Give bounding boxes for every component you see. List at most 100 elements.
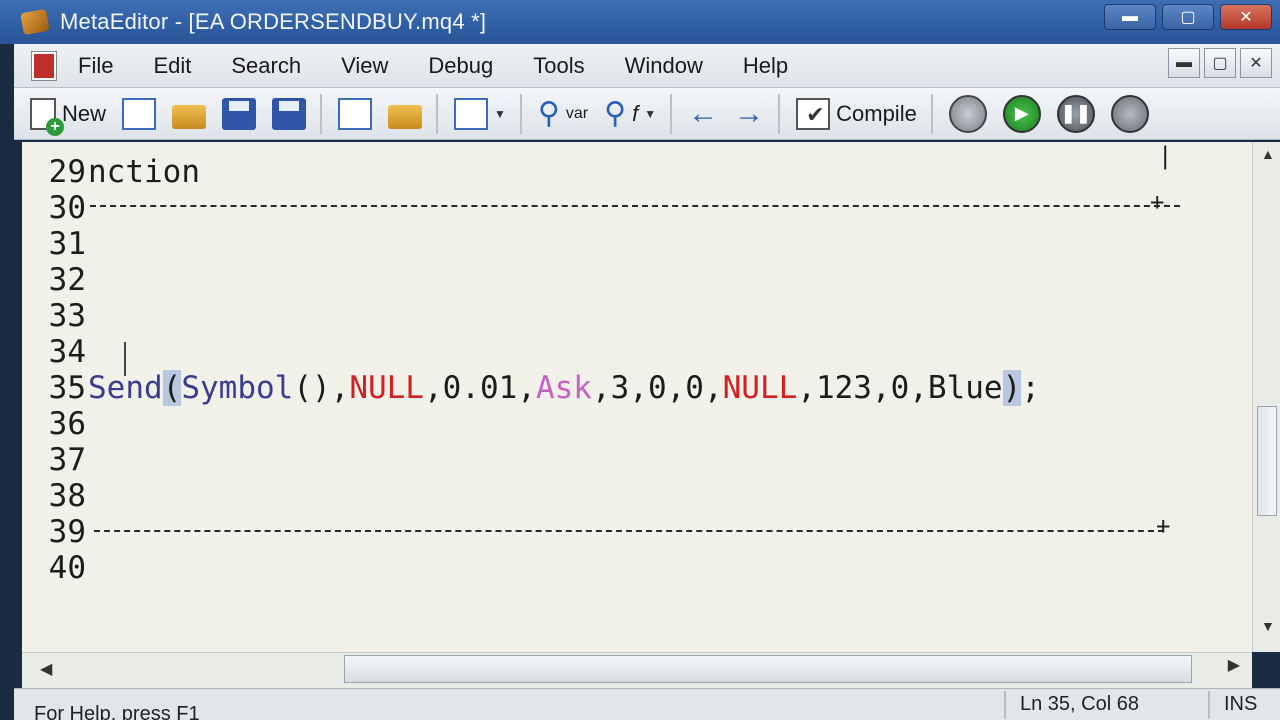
status-bar: For Help, press F1 Ln 35, Col 68 INS <box>14 688 1280 720</box>
start-debug-button[interactable]: ▶ <box>1002 94 1041 134</box>
code-line[interactable]: 37 <box>22 442 1252 478</box>
doc-minimize-button[interactable]: ▬ <box>1168 48 1200 78</box>
args-tail: ,123,0,Blue <box>797 370 1003 406</box>
code-line[interactable]: 30 <box>22 190 1252 226</box>
line-number: 29 <box>48 154 86 190</box>
toolbar-separator <box>519 93 522 134</box>
folder-open-icon <box>172 104 207 129</box>
menu-help[interactable]: Help <box>743 53 788 79</box>
toolbox-button[interactable] <box>388 94 423 134</box>
vertical-scrollbar[interactable]: ▲ ▼ <box>1252 142 1280 652</box>
chevron-down-icon[interactable]: ▼ <box>644 107 656 121</box>
code-text[interactable]: nction <box>88 154 200 190</box>
menu-debug[interactable]: Debug <box>428 53 493 79</box>
play-icon: ▶ <box>1002 94 1041 133</box>
minimize-button[interactable]: ▬ <box>1104 4 1156 30</box>
toolbar-separator <box>670 93 673 134</box>
new-project-button[interactable] <box>122 94 157 134</box>
code-line[interactable]: 40 <box>22 550 1252 586</box>
line-number: 30 <box>48 190 86 226</box>
stop-button[interactable] <box>1110 94 1149 134</box>
window-title: MetaEditor - [EA ORDERSENDBUY.mq4 *] <box>60 9 487 34</box>
menu-search[interactable]: Search <box>231 53 301 79</box>
pause-icon: ❚❚ <box>1056 94 1095 133</box>
compile-check-icon <box>796 97 831 130</box>
stop-icon <box>1110 94 1149 133</box>
lots-value: 0.01 <box>442 370 518 406</box>
code-line[interactable]: 32 <box>22 262 1252 298</box>
navigator-button[interactable] <box>338 94 373 134</box>
line-number: 34 <box>48 334 86 370</box>
open-button[interactable] <box>172 94 207 134</box>
toolbar-separator <box>930 93 933 134</box>
var-ask: Ask <box>535 370 592 406</box>
menu-file[interactable]: File <box>78 53 113 79</box>
line-number: 36 <box>48 406 86 442</box>
new-button-label: New <box>62 100 107 126</box>
line-number: 39 <box>48 514 86 550</box>
title-bar: MetaEditor - [EA ORDERSENDBUY.mq4 *] ▬ ▢… <box>0 0 1280 44</box>
line-number: 38 <box>48 478 86 514</box>
status-divider <box>1208 691 1210 719</box>
scroll-left-arrow-icon[interactable]: ◀ <box>40 659 52 679</box>
menu-window[interactable]: Window <box>625 53 703 79</box>
chevron-down-icon[interactable]: ▼ <box>494 107 506 121</box>
document-window-controls: ▬ ▢ ✕ <box>1168 48 1272 78</box>
scroll-up-arrow-icon[interactable]: ▲ <box>1261 146 1275 162</box>
debug-history-button[interactable] <box>948 94 987 134</box>
code-line[interactable]: 29 nction <box>22 154 1252 190</box>
separator-plus-mark: + <box>1156 512 1171 540</box>
code-line[interactable]: 38 <box>22 478 1252 514</box>
const-null: NULL <box>722 370 798 406</box>
menu-bar: File Edit Search View Debug Tools Window… <box>14 44 1280 88</box>
menu-tools[interactable]: Tools <box>533 53 584 79</box>
forward-button[interactable]: → <box>734 94 764 134</box>
args-numeric: ,3,0,0, <box>591 370 723 406</box>
save-all-button[interactable] <box>272 94 307 134</box>
maximize-button[interactable]: ▢ <box>1162 4 1214 30</box>
toolbar-separator <box>320 93 323 134</box>
toolbar-separator <box>436 93 439 134</box>
save-button[interactable] <box>222 94 257 134</box>
debug-icon <box>948 94 987 133</box>
vertical-scroll-thumb[interactable] <box>1257 406 1277 516</box>
document-icon[interactable] <box>31 50 57 81</box>
line-number: 35 <box>48 370 86 406</box>
toolbar-separator <box>778 93 781 134</box>
code-line[interactable]: 31 <box>22 226 1252 262</box>
comma: , <box>330 370 350 406</box>
scroll-right-arrow-icon[interactable]: ▶ <box>1228 655 1240 675</box>
fn-send: Send <box>88 370 163 406</box>
list-names-button[interactable]: ⚲ var <box>538 94 588 134</box>
code-line[interactable]: 39 <box>22 514 1252 550</box>
code-line[interactable]: 33 <box>22 298 1252 334</box>
close-button[interactable]: ✕ <box>1220 4 1272 30</box>
doc-restore-button[interactable]: ▢ <box>1204 48 1236 78</box>
code-text[interactable]: Send(Symbol(),NULL,0.01,Ask,3,0,0,NULL,1… <box>88 370 1040 406</box>
menu-view[interactable]: View <box>341 53 388 79</box>
line-number: 33 <box>48 298 86 334</box>
styler-button[interactable]: ▼ <box>454 94 506 134</box>
code-line-ordersend[interactable]: 35 Send(Symbol(),NULL,0.01,Ask,3,0,0,NUL… <box>22 370 1252 406</box>
back-button[interactable]: ← <box>688 94 718 134</box>
code-line[interactable]: 36 <box>22 406 1252 442</box>
doc-close-button[interactable]: ✕ <box>1240 48 1272 78</box>
new-file-icon <box>30 97 64 136</box>
scroll-down-arrow-icon[interactable]: ▼ <box>1261 618 1275 634</box>
parameter-info-button[interactable]: ⚲ f ▼ <box>604 94 656 134</box>
status-divider <box>1004 691 1006 719</box>
horizontal-scroll-thumb[interactable] <box>344 655 1192 683</box>
horizontal-scrollbar[interactable]: ◀ ▶ <box>22 652 1252 688</box>
compile-button[interactable]: Compile <box>796 94 917 134</box>
new-button[interactable]: New <box>30 94 107 136</box>
f-label: f <box>632 100 639 126</box>
save-icon <box>222 97 257 130</box>
menu-edit[interactable]: Edit <box>153 53 191 79</box>
pause-button[interactable]: ❚❚ <box>1056 94 1095 134</box>
line-number: 37 <box>48 442 86 478</box>
comment-separator <box>94 530 1164 532</box>
code-editor[interactable]: 29 nction 30 + | 31 32 33 34 35 Send(Sym… <box>22 142 1252 652</box>
code-line[interactable]: 34 <box>22 334 1252 370</box>
function-pin-icon: ⚲ <box>604 97 627 130</box>
folders-icon <box>388 104 423 129</box>
